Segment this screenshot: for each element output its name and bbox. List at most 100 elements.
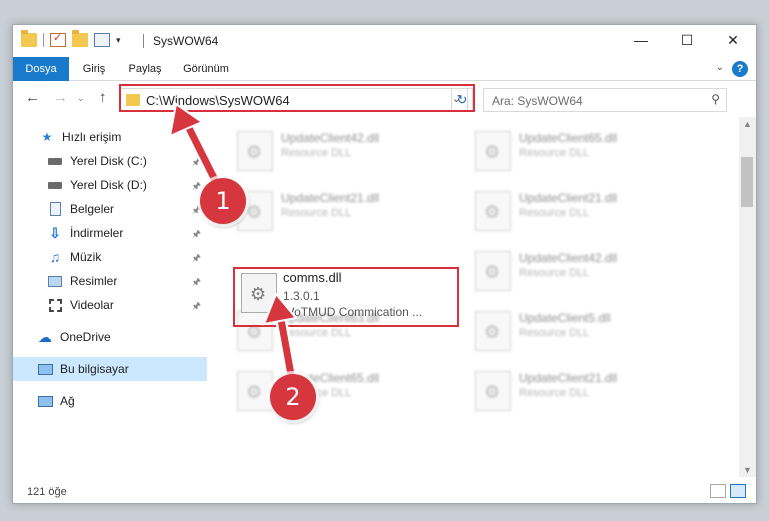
sidebar-item-label: Videolar [70,298,114,312]
sidebar-item-downloads[interactable]: ⇩ İndirmeler 🖈 [13,221,207,245]
search-placeholder: Ara: SysWOW64 [492,94,583,108]
vertical-scrollbar[interactable]: ▲ ▼ [739,117,756,477]
file-description: Resource DLL [519,327,590,339]
pictures-icon [47,273,63,289]
sidebar-item-videos[interactable]: Videolar 🖈 [13,293,207,317]
address-highlight-box [119,84,475,112]
file-description: Resource DLL [519,267,590,279]
sidebar-item-label: Hızlı erişim [62,130,122,144]
file-name: UpdateClient5.dll [519,311,611,325]
qat-dropdown-icon[interactable]: ▾ [116,35,121,46]
file-tile[interactable]: UpdateClient42.dll Resource DLL [471,245,681,297]
sidebar-item-label: OneDrive [60,330,111,344]
file-description: Resource DLL [519,147,590,159]
file-description: Resource DLL [281,147,352,159]
dll-file-icon [475,251,511,291]
sidebar-item-label: İndirmeler [70,226,124,240]
sidebar-item-label: Müzik [70,250,102,264]
dll-file-icon [475,371,511,411]
sidebar-item-documents[interactable]: Belgeler 🖈 [13,197,207,221]
pin-icon[interactable]: 🖈 [192,227,201,244]
pin-icon[interactable]: 🖈 [192,275,201,292]
star-icon: ★ [41,130,53,144]
file-name: UpdateClient42.dll [281,131,380,145]
recent-dropdown-icon[interactable]: ⌄ [77,93,85,104]
sidebar-item-this-pc[interactable]: Bu bilgisayar [13,357,207,381]
file-description: Resource DLL [519,387,590,399]
customize-icon[interactable] [94,33,110,47]
tiles-view-icon[interactable] [730,484,746,498]
item-count: 121 öğe [27,486,67,498]
tab-view[interactable]: Görünüm [177,57,235,81]
file-name: UpdateClient21.dll [281,191,380,205]
sidebar-item-label: Bu bilgisayar [60,362,129,376]
sidebar-item-local-disk-d[interactable]: Yerel Disk (D:) 🖈 [13,173,207,197]
step-badge-2: 2 [270,374,316,420]
file-tile[interactable]: UpdateClient21.dll Resource DLL [471,185,681,237]
file-tile[interactable]: UpdateClient21.dll Resource DLL [233,185,443,237]
window-title: SysWOW64 [153,34,219,48]
window-controls: — ☐ ✕ [618,25,756,55]
step-badge-1: 1 [200,178,246,224]
search-box[interactable]: Ara: SysWOW64 ⚲ [483,88,727,112]
tab-home[interactable]: Giriş [73,57,115,81]
sidebar-item-onedrive[interactable]: ☁ OneDrive [13,325,207,349]
toolbar-divider [43,33,44,47]
file-name: UpdateClient65.dll [519,131,618,145]
minimize-button[interactable]: — [618,25,664,55]
file-tile[interactable]: UpdateClient5.dll Resource DLL [471,305,681,357]
forward-arrow-icon[interactable]: → [53,89,68,106]
explorer-window: ▾ SysWOW64 — ☐ ✕ Dosya Giriş Paylaş Görü… [12,24,757,504]
file-tile[interactable]: UpdateClient65.dll Resource DLL [233,365,443,417]
sidebar-item-label: Yerel Disk (C:) [70,154,147,168]
scroll-up-icon[interactable]: ▲ [743,119,752,129]
network-icon [37,393,53,409]
properties-icon[interactable] [50,31,66,47]
tab-share[interactable]: Paylaş [121,57,169,81]
cloud-icon: ☁ [38,328,52,345]
close-button[interactable]: ✕ [710,25,756,55]
maximize-button[interactable]: ☐ [664,25,710,55]
file-tile[interactable]: UpdateClient21.dll Resource DLL [471,365,681,417]
sidebar-item-label: Resimler [70,274,118,288]
drive-icon [47,153,63,169]
file-description: Resource DLL [281,327,352,339]
folder-icon [21,30,37,47]
pin-icon[interactable]: 🖈 [192,155,201,172]
dll-file-icon [237,371,273,411]
file-tile[interactable]: UpdateClient42.dll Resource DLL [233,125,443,177]
download-icon: ⇩ [49,224,61,241]
pin-icon[interactable]: 🖈 [192,299,201,316]
up-arrow-icon[interactable]: ↑ [99,89,107,106]
file-description: Resource DLL [281,207,352,219]
file-list: UpdateClient42.dll Resource DLL UpdateCl… [209,117,739,477]
back-arrow-icon[interactable]: ← [25,89,40,106]
scroll-thumb[interactable] [741,157,753,207]
drive-icon [47,177,63,193]
file-tile[interactable]: UpdateClient65.dll Resource DLL [471,125,681,177]
dll-file-icon [237,131,273,171]
sidebar-item-label: Belgeler [70,202,115,216]
new-folder-icon[interactable] [72,30,88,47]
help-icon[interactable]: ? [732,61,748,77]
details-view-icon[interactable] [710,484,726,498]
tab-file[interactable]: Dosya [13,57,69,81]
ribbon-expand-icon[interactable]: ⌄ [716,62,724,73]
sidebar-item-label: Ağ [60,394,75,408]
pin-icon[interactable]: 🖈 [192,251,201,268]
dll-file-icon [475,311,511,351]
sidebar-item-local-disk-c[interactable]: Yerel Disk (C:) 🖈 [13,149,207,173]
sidebar-item-music[interactable]: ♫ Müzik 🖈 [13,245,207,269]
video-icon [47,297,63,313]
file-description: Resource DLL [519,207,590,219]
quick-access-toolbar: ▾ [21,30,121,47]
file-name: UpdateClient21.dll [519,191,618,205]
sidebar-item-quick-access[interactable]: ★ Hızlı erişim [13,125,207,149]
computer-icon [37,361,53,377]
status-bar: 121 öğe [13,477,756,503]
navigation-bar: ← → ⌄ ↑ C:\Windows\SysWOW64 ⌄ ↻ Ara: Sys… [13,81,756,117]
sidebar-item-pictures[interactable]: Resimler 🖈 [13,269,207,293]
scroll-down-icon[interactable]: ▼ [743,465,752,475]
sidebar-item-network[interactable]: Ağ [13,389,207,413]
pin-icon[interactable]: 🖈 [192,179,201,196]
